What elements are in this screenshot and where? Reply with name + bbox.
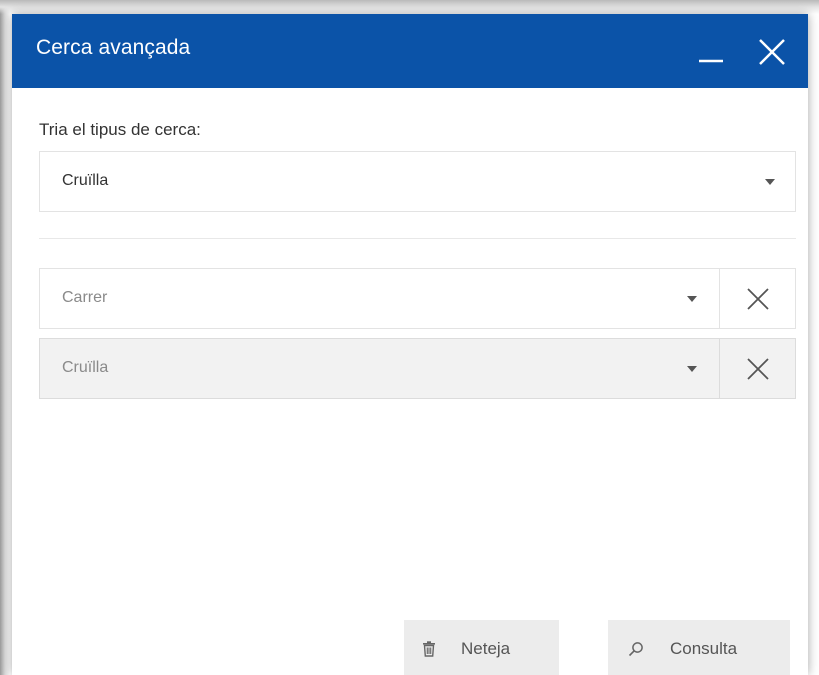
chevron-down-icon — [765, 179, 775, 185]
window-shadow — [0, 0, 10, 675]
query-button-label: Consulta — [670, 639, 738, 658]
clear-street-button[interactable] — [719, 268, 796, 329]
search-type-label: Tria el tipus de cerca: — [39, 120, 201, 139]
query-button[interactable]: Consulta — [608, 620, 790, 675]
dialog-header: Cerca avançada — [12, 14, 808, 88]
street-select[interactable]: Carrer — [39, 268, 720, 329]
advanced-search-dialog: Cerca avançada Tria el tipus de cerca: C… — [12, 14, 808, 675]
chevron-down-icon — [687, 296, 697, 302]
crossing-select[interactable]: Cruïlla — [39, 338, 720, 399]
minimize-icon — [699, 59, 723, 63]
search-type-select[interactable]: Cruïlla — [39, 151, 796, 212]
minimize-button[interactable] — [691, 32, 731, 72]
close-icon — [747, 358, 769, 380]
window-shadow-top — [0, 0, 819, 14]
chevron-down-icon — [687, 366, 697, 372]
dialog-title: Cerca avançada — [36, 36, 191, 59]
clear-button-label: Neteja — [461, 639, 511, 658]
trash-icon — [423, 641, 435, 657]
street-row: Carrer — [39, 268, 796, 329]
divider — [39, 238, 796, 239]
crossing-row: Cruïlla — [39, 338, 796, 399]
close-icon — [747, 288, 769, 310]
close-icon — [759, 39, 785, 65]
clear-crossing-button[interactable] — [719, 338, 796, 399]
street-placeholder: Carrer — [62, 289, 108, 306]
search-icon — [628, 642, 643, 657]
clear-button[interactable]: Neteja — [404, 620, 559, 675]
search-type-value: Cruïlla — [62, 172, 109, 189]
screen: Cerca avançada Tria el tipus de cerca: C… — [0, 0, 819, 675]
close-button[interactable] — [752, 32, 792, 72]
crossing-placeholder: Cruïlla — [62, 359, 109, 376]
